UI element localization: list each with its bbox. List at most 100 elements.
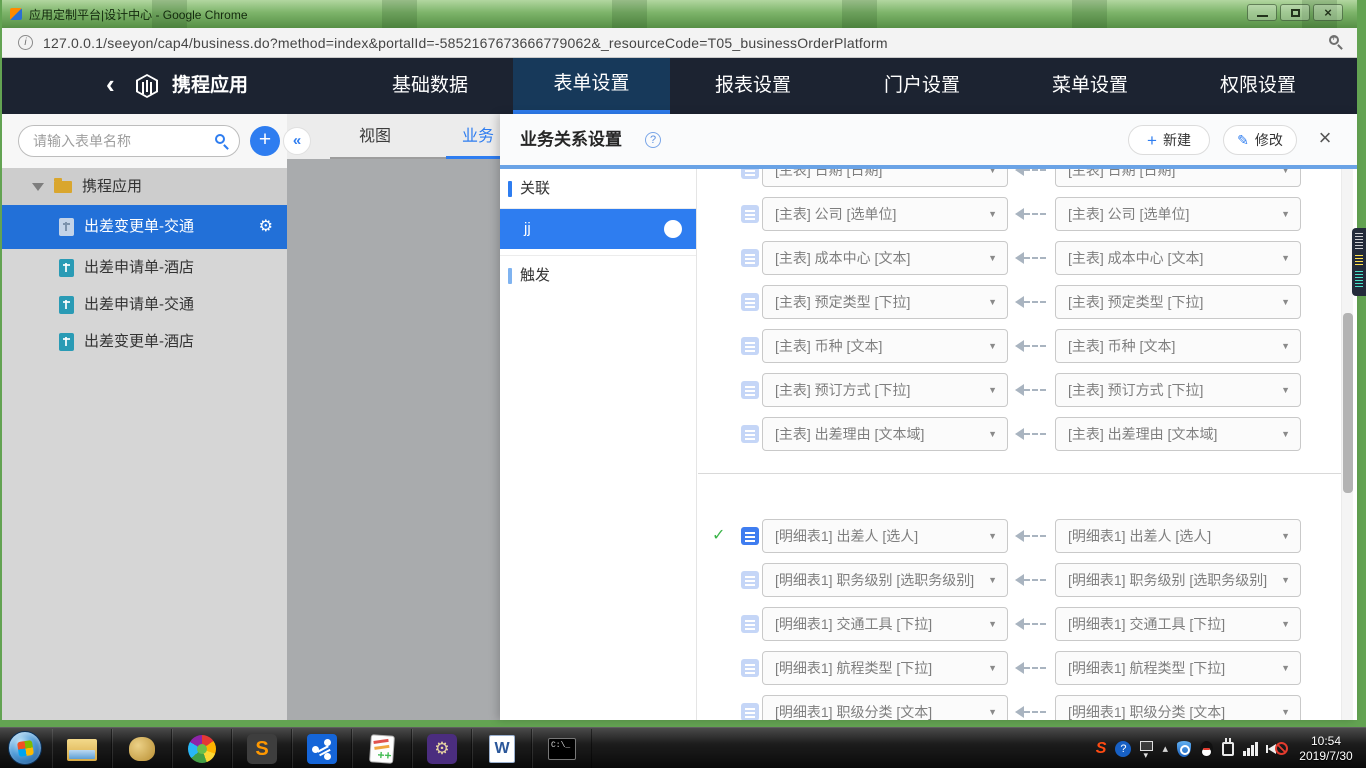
canvas-tabbar: 视图 业务 [287,114,500,159]
taskbar-item-share-app[interactable] [292,729,352,768]
target-field-select[interactable]: [明细表1] 出差人 [选人] ▼ [762,519,1008,553]
taskbar-item-colorful-browser[interactable] [172,729,232,768]
search-input[interactable] [33,126,203,156]
tab-business[interactable]: 业务 [452,114,504,159]
taskbar-item-sublime-text[interactable] [232,729,292,768]
taskbar-item-word[interactable] [472,729,532,768]
map-direction-arrow-icon [1015,574,1049,586]
map-direction-arrow-icon [1015,618,1049,630]
close-panel-button[interactable]: × [1313,126,1337,150]
tab-view[interactable]: 视图 [347,114,403,159]
gear-icon[interactable]: ⚙ [259,205,273,249]
close-window-button[interactable]: × [1313,4,1343,21]
target-field-select[interactable]: [主表] 预订方式 [下拉] ▼ [762,373,1008,407]
nav-tab-report-settings[interactable]: 报表设置 [673,58,833,114]
nav-tab-menu-settings[interactable]: 菜单设置 [1010,58,1170,114]
relation-item-association[interactable]: 关联 [500,169,696,209]
target-field-select-value: [明细表1] 出差人 [选人] [775,528,919,544]
back-button[interactable]: ‹ [106,58,115,114]
target-field-select[interactable]: [主表] 出差理由 [文本域] ▼ [762,417,1008,451]
sidebar-item-change-hotel[interactable]: 出差变更单-酒店 [2,323,287,360]
edit-button[interactable]: ✎ 修改 [1223,125,1297,155]
target-field-select[interactable]: [主表] 日期 [日期] ▼ [762,169,1008,187]
nav-tab-permission-settings[interactable]: 权限设置 [1178,58,1338,114]
remove-relation-icon[interactable] [664,220,682,238]
relation-item-jj[interactable]: jj [500,209,696,249]
tray-network-signal-icon[interactable] [1243,741,1259,756]
help-icon[interactable]: ? [645,132,661,148]
form-doc-icon [59,218,74,236]
taskbar-item-explorer[interactable] [52,729,112,768]
tray-security-shield-icon[interactable] [1177,740,1191,757]
target-field-select[interactable]: [主表] 成本中心 [文本] ▼ [762,241,1008,275]
source-field-select[interactable]: [主表] 公司 [选单位] ▼ [1055,197,1301,231]
target-field-select[interactable]: [明细表1] 航程类型 [下拉] ▼ [762,651,1008,685]
tray-clipboard-plug-icon[interactable] [1222,737,1234,756]
source-field-select[interactable]: [主表] 预订方式 [下拉] ▼ [1055,373,1301,407]
tray-window-switcher-icon[interactable] [1140,740,1154,761]
target-field-select[interactable]: [主表] 公司 [选单位] ▼ [762,197,1008,231]
source-field-select-value: [主表] 预定类型 [下拉] [1068,294,1204,310]
address-bar[interactable]: i 127.0.0.1/seeyon/cap4/business.do?meth… [2,28,1357,58]
source-field-select[interactable]: [主表] 币种 [文本] ▼ [1055,329,1301,363]
source-field-select[interactable]: [主表] 日期 [日期] ▼ [1055,169,1301,187]
source-field-select-value: [明细表1] 交通工具 [下拉] [1068,616,1226,632]
taskbar-clock[interactable]: 10:54 2019/7/30 [1292,734,1360,764]
target-field-select[interactable]: [明细表1] 交通工具 [下拉] ▼ [762,607,1008,641]
folder-icon [54,178,72,193]
docked-sidebar-widget[interactable] [1352,228,1366,296]
search-icon[interactable] [215,134,225,144]
check-icon [712,528,728,544]
source-field-select[interactable]: [主表] 出差理由 [文本域] ▼ [1055,417,1301,451]
nav-tab-base-data[interactable]: 基础数据 [350,58,510,114]
tray-help-icon[interactable] [1115,740,1132,757]
add-form-button[interactable]: + [250,126,280,156]
source-field-select[interactable]: [明细表1] 出差人 [选人] ▼ [1055,519,1301,553]
source-field-select[interactable]: [主表] 预定类型 [下拉] ▼ [1055,285,1301,319]
relation-item-trigger[interactable]: 触发 [500,255,696,295]
sidebar-item-apply-hotel[interactable]: 出差申请单-酒店 [2,249,287,286]
chevron-expand-icon[interactable] [32,183,44,191]
sidebar-item-apply-traffic[interactable]: 出差申请单-交通 [2,286,287,323]
maximize-button[interactable] [1280,4,1310,21]
nav-tab-form-settings[interactable]: 表单设置 [513,58,670,114]
tree-folder-row[interactable]: 携程应用 [2,168,287,205]
target-field-select-value: [明细表1] 航程类型 [下拉] [775,660,933,676]
map-direction-arrow-icon [1015,706,1049,718]
nav-tab-portal-settings[interactable]: 门户设置 [842,58,1002,114]
url-text[interactable]: 127.0.0.1/seeyon/cap4/business.do?method… [43,35,888,51]
tray-sogou-input-icon[interactable] [1096,741,1107,757]
taskbar-item-javaee-ide[interactable] [412,729,472,768]
target-field-select[interactable]: [主表] 预定类型 [下拉] ▼ [762,285,1008,319]
zoom-page-icon[interactable] [1329,33,1339,45]
target-field-select[interactable]: [明细表1] 职级分类 [文本] ▼ [762,695,1008,720]
taskbar-item-navicat[interactable] [112,729,172,768]
target-field-select[interactable]: [明细表1] 职务级别 [选职务级别] ▼ [762,563,1008,597]
source-field-select[interactable]: [明细表1] 交通工具 [下拉] ▼ [1055,607,1301,641]
source-field-select[interactable]: [主表] 成本中心 [文本] ▼ [1055,241,1301,275]
taskbar-item-cmd[interactable] [532,729,592,768]
scrollbar-thumb[interactable] [1343,313,1353,493]
page-info-icon[interactable]: i [18,35,33,50]
start-button[interactable] [8,731,42,765]
tray-show-hidden-icon[interactable] [1162,742,1168,755]
source-field-select[interactable]: [明细表1] 职务级别 [选职务级别] ▼ [1055,563,1301,597]
source-field-select[interactable]: [明细表1] 职级分类 [文本] ▼ [1055,695,1301,720]
target-field-select-value: [明细表1] 职务级别 [选职务级别] [775,572,975,588]
target-field-select-value: [主表] 币种 [文本] [775,338,883,354]
tray-volume-muted-icon[interactable] [1268,741,1288,756]
sidebar-item-change-traffic[interactable]: 出差变更单-交通 ⚙ [2,205,287,249]
window-titlebar[interactable]: 应用定制平台|设计中心 - Google Chrome × [2,0,1357,28]
taskbar-item-notepad-plus-plus[interactable] [352,729,412,768]
new-button[interactable]: + 新建 [1128,125,1210,155]
map-direction-arrow-icon [1015,296,1049,308]
word-icon [489,734,515,763]
map-direction-arrow-icon [1015,662,1049,674]
source-field-select[interactable]: [明细表1] 航程类型 [下拉] ▼ [1055,651,1301,685]
minimize-button[interactable] [1247,4,1277,21]
tray-qq-icon[interactable] [1200,740,1213,757]
target-field-select[interactable]: [主表] 币种 [文本] ▼ [762,329,1008,363]
collapse-sidebar-button[interactable]: « [283,127,311,155]
form-search-box[interactable] [18,125,240,157]
relation-marker-icon [508,181,512,197]
